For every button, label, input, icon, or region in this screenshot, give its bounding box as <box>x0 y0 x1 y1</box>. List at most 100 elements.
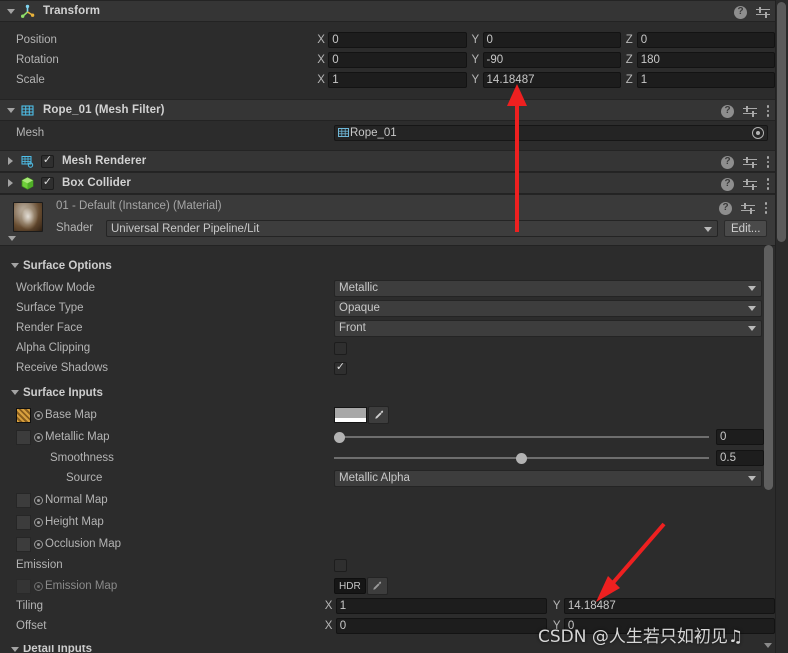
normal-map-texture-thumbnail[interactable] <box>16 492 31 508</box>
row-label: Normal Map <box>45 494 108 506</box>
eyedropper-icon[interactable] <box>368 406 389 424</box>
component-header-mesh-renderer[interactable]: Mesh Renderer ? <box>0 150 775 172</box>
object-picker-icon[interactable] <box>752 127 764 139</box>
eyedropper-icon[interactable] <box>366 577 388 595</box>
receive-shadows-checkbox[interactable] <box>334 361 347 375</box>
tiling-x-input[interactable]: 1 <box>335 598 547 614</box>
foldout-transform[interactable] <box>4 5 17 18</box>
scale-z-input[interactable]: 1 <box>636 72 775 88</box>
tiling-y-input[interactable]: 14.18487 <box>563 598 775 614</box>
edit-shader-button[interactable]: Edit... <box>724 220 768 237</box>
more-menu-icon[interactable] <box>766 104 770 118</box>
row-source: Source Metallic Alpha <box>0 468 775 488</box>
section-header-surface-options[interactable]: Surface Options <box>8 259 112 272</box>
preset-icon[interactable] <box>743 105 757 118</box>
metallic-value-input[interactable]: 0 <box>716 429 764 445</box>
component-header-transform[interactable]: Transform ? <box>0 0 788 22</box>
header-icons: ? <box>721 100 770 122</box>
foldout-detail-inputs[interactable] <box>8 645 21 653</box>
help-icon[interactable]: ? <box>721 177 734 191</box>
foldout-surface-inputs[interactable] <box>8 386 21 399</box>
base-map-texture-thumbnail[interactable] <box>16 407 31 423</box>
workflow-mode-dropdown[interactable]: Metallic <box>334 279 762 297</box>
component-title: Box Collider <box>62 177 131 189</box>
metallic-slider[interactable] <box>334 430 709 444</box>
foldout-surface-options[interactable] <box>8 259 21 272</box>
height-map-texture-thumbnail[interactable] <box>16 514 31 530</box>
row-label: Offset <box>16 620 47 632</box>
metallic-map-target-icon[interactable] <box>34 432 43 442</box>
emission-checkbox[interactable] <box>334 558 347 572</box>
mesh-object-field[interactable]: Rope_01 <box>334 125 768 141</box>
occlusion-map-texture-thumbnail[interactable] <box>16 536 31 552</box>
preset-icon[interactable] <box>741 202 755 215</box>
chevron-down-icon <box>748 286 756 291</box>
section-header-detail-inputs[interactable]: Detail Inputs <box>8 645 92 653</box>
normal-map-target-icon[interactable] <box>34 495 43 505</box>
row-render-face: Render Face Front <box>0 318 775 338</box>
preset-icon[interactable] <box>743 156 757 169</box>
mesh-value: Rope_01 <box>350 127 397 139</box>
box-collider-icon <box>20 176 35 191</box>
smoothness-slider[interactable] <box>334 451 709 465</box>
component-header-mesh-filter[interactable]: Rope_01 (Mesh Filter) ? <box>0 99 775 121</box>
chevron-down-icon <box>748 306 756 311</box>
more-menu-icon[interactable] <box>766 177 770 191</box>
row-label: Render Face <box>16 322 83 334</box>
shader-label: Shader <box>56 222 94 234</box>
alpha-clipping-checkbox[interactable] <box>334 341 347 355</box>
mesh-renderer-icon <box>20 154 35 169</box>
component-header-box-collider[interactable]: Box Collider ? <box>0 172 775 194</box>
metallic-map-texture-thumbnail[interactable] <box>16 429 31 445</box>
scrollbar-thumb[interactable] <box>777 2 786 242</box>
preset-icon[interactable] <box>756 6 770 19</box>
shader-dropdown[interactable]: Universal Render Pipeline/Lit <box>106 220 718 237</box>
help-icon[interactable]: ? <box>719 201 732 215</box>
row-receive-shadows: Receive Shadows <box>0 358 775 378</box>
foldout-mesh-renderer[interactable] <box>4 155 17 168</box>
row-metallic-map: Metallic Map 0 <box>0 427 775 447</box>
position-y-input[interactable]: 0 <box>482 32 621 48</box>
mesh-renderer-enabled-checkbox[interactable] <box>41 154 54 168</box>
vertical-scrollbar[interactable] <box>775 0 788 653</box>
axis-label-x: X <box>317 74 325 86</box>
section-header-surface-inputs[interactable]: Surface Inputs <box>8 386 103 399</box>
rotation-x-input[interactable]: 0 <box>328 52 467 68</box>
smoothness-source-dropdown[interactable]: Metallic Alpha <box>334 469 762 487</box>
scale-y-input[interactable]: 14.18487 <box>482 72 621 88</box>
offset-x-input[interactable]: 0 <box>335 618 547 634</box>
inner-scrollbar-thumb[interactable] <box>764 245 773 490</box>
row-label: Emission <box>16 559 63 571</box>
help-icon[interactable]: ? <box>721 104 734 118</box>
preset-icon[interactable] <box>743 178 757 191</box>
material-header-block: 01 - Default (Instance) (Material) Shade… <box>0 194 775 246</box>
scale-x-input[interactable]: 1 <box>328 72 467 88</box>
row-label: Alpha Clipping <box>16 342 91 354</box>
render-face-value: Front <box>339 322 366 334</box>
smoothness-value-input[interactable]: 0.5 <box>716 450 764 466</box>
hdr-color-field[interactable]: HDR <box>334 578 366 594</box>
more-menu-icon[interactable] <box>764 201 768 215</box>
row-label: Workflow Mode <box>16 282 96 294</box>
foldout-material[interactable] <box>5 232 18 245</box>
occlusion-map-target-icon[interactable] <box>34 539 43 549</box>
position-z-input[interactable]: 0 <box>636 32 775 48</box>
rotation-y-input[interactable]: -90 <box>482 52 621 68</box>
base-map-target-icon[interactable] <box>34 410 43 420</box>
row-base-map: Base Map <box>0 405 775 425</box>
chevron-down-icon <box>748 326 756 331</box>
help-icon[interactable]: ? <box>734 5 747 19</box>
foldout-box-collider[interactable] <box>4 177 17 190</box>
more-menu-icon[interactable] <box>766 155 770 169</box>
help-icon[interactable]: ? <box>721 155 734 169</box>
scroll-down-arrow-icon[interactable] <box>764 643 772 648</box>
rotation-z-input[interactable]: 180 <box>636 52 775 68</box>
base-color-swatch[interactable] <box>334 407 367 423</box>
height-map-target-icon[interactable] <box>34 517 43 527</box>
render-face-dropdown[interactable]: Front <box>334 319 762 337</box>
position-x-input[interactable]: 0 <box>328 32 467 48</box>
foldout-mesh-filter[interactable] <box>4 104 17 117</box>
box-collider-enabled-checkbox[interactable] <box>41 176 54 190</box>
surface-type-dropdown[interactable]: Opaque <box>334 299 762 317</box>
material-preview-thumbnail <box>13 202 43 232</box>
